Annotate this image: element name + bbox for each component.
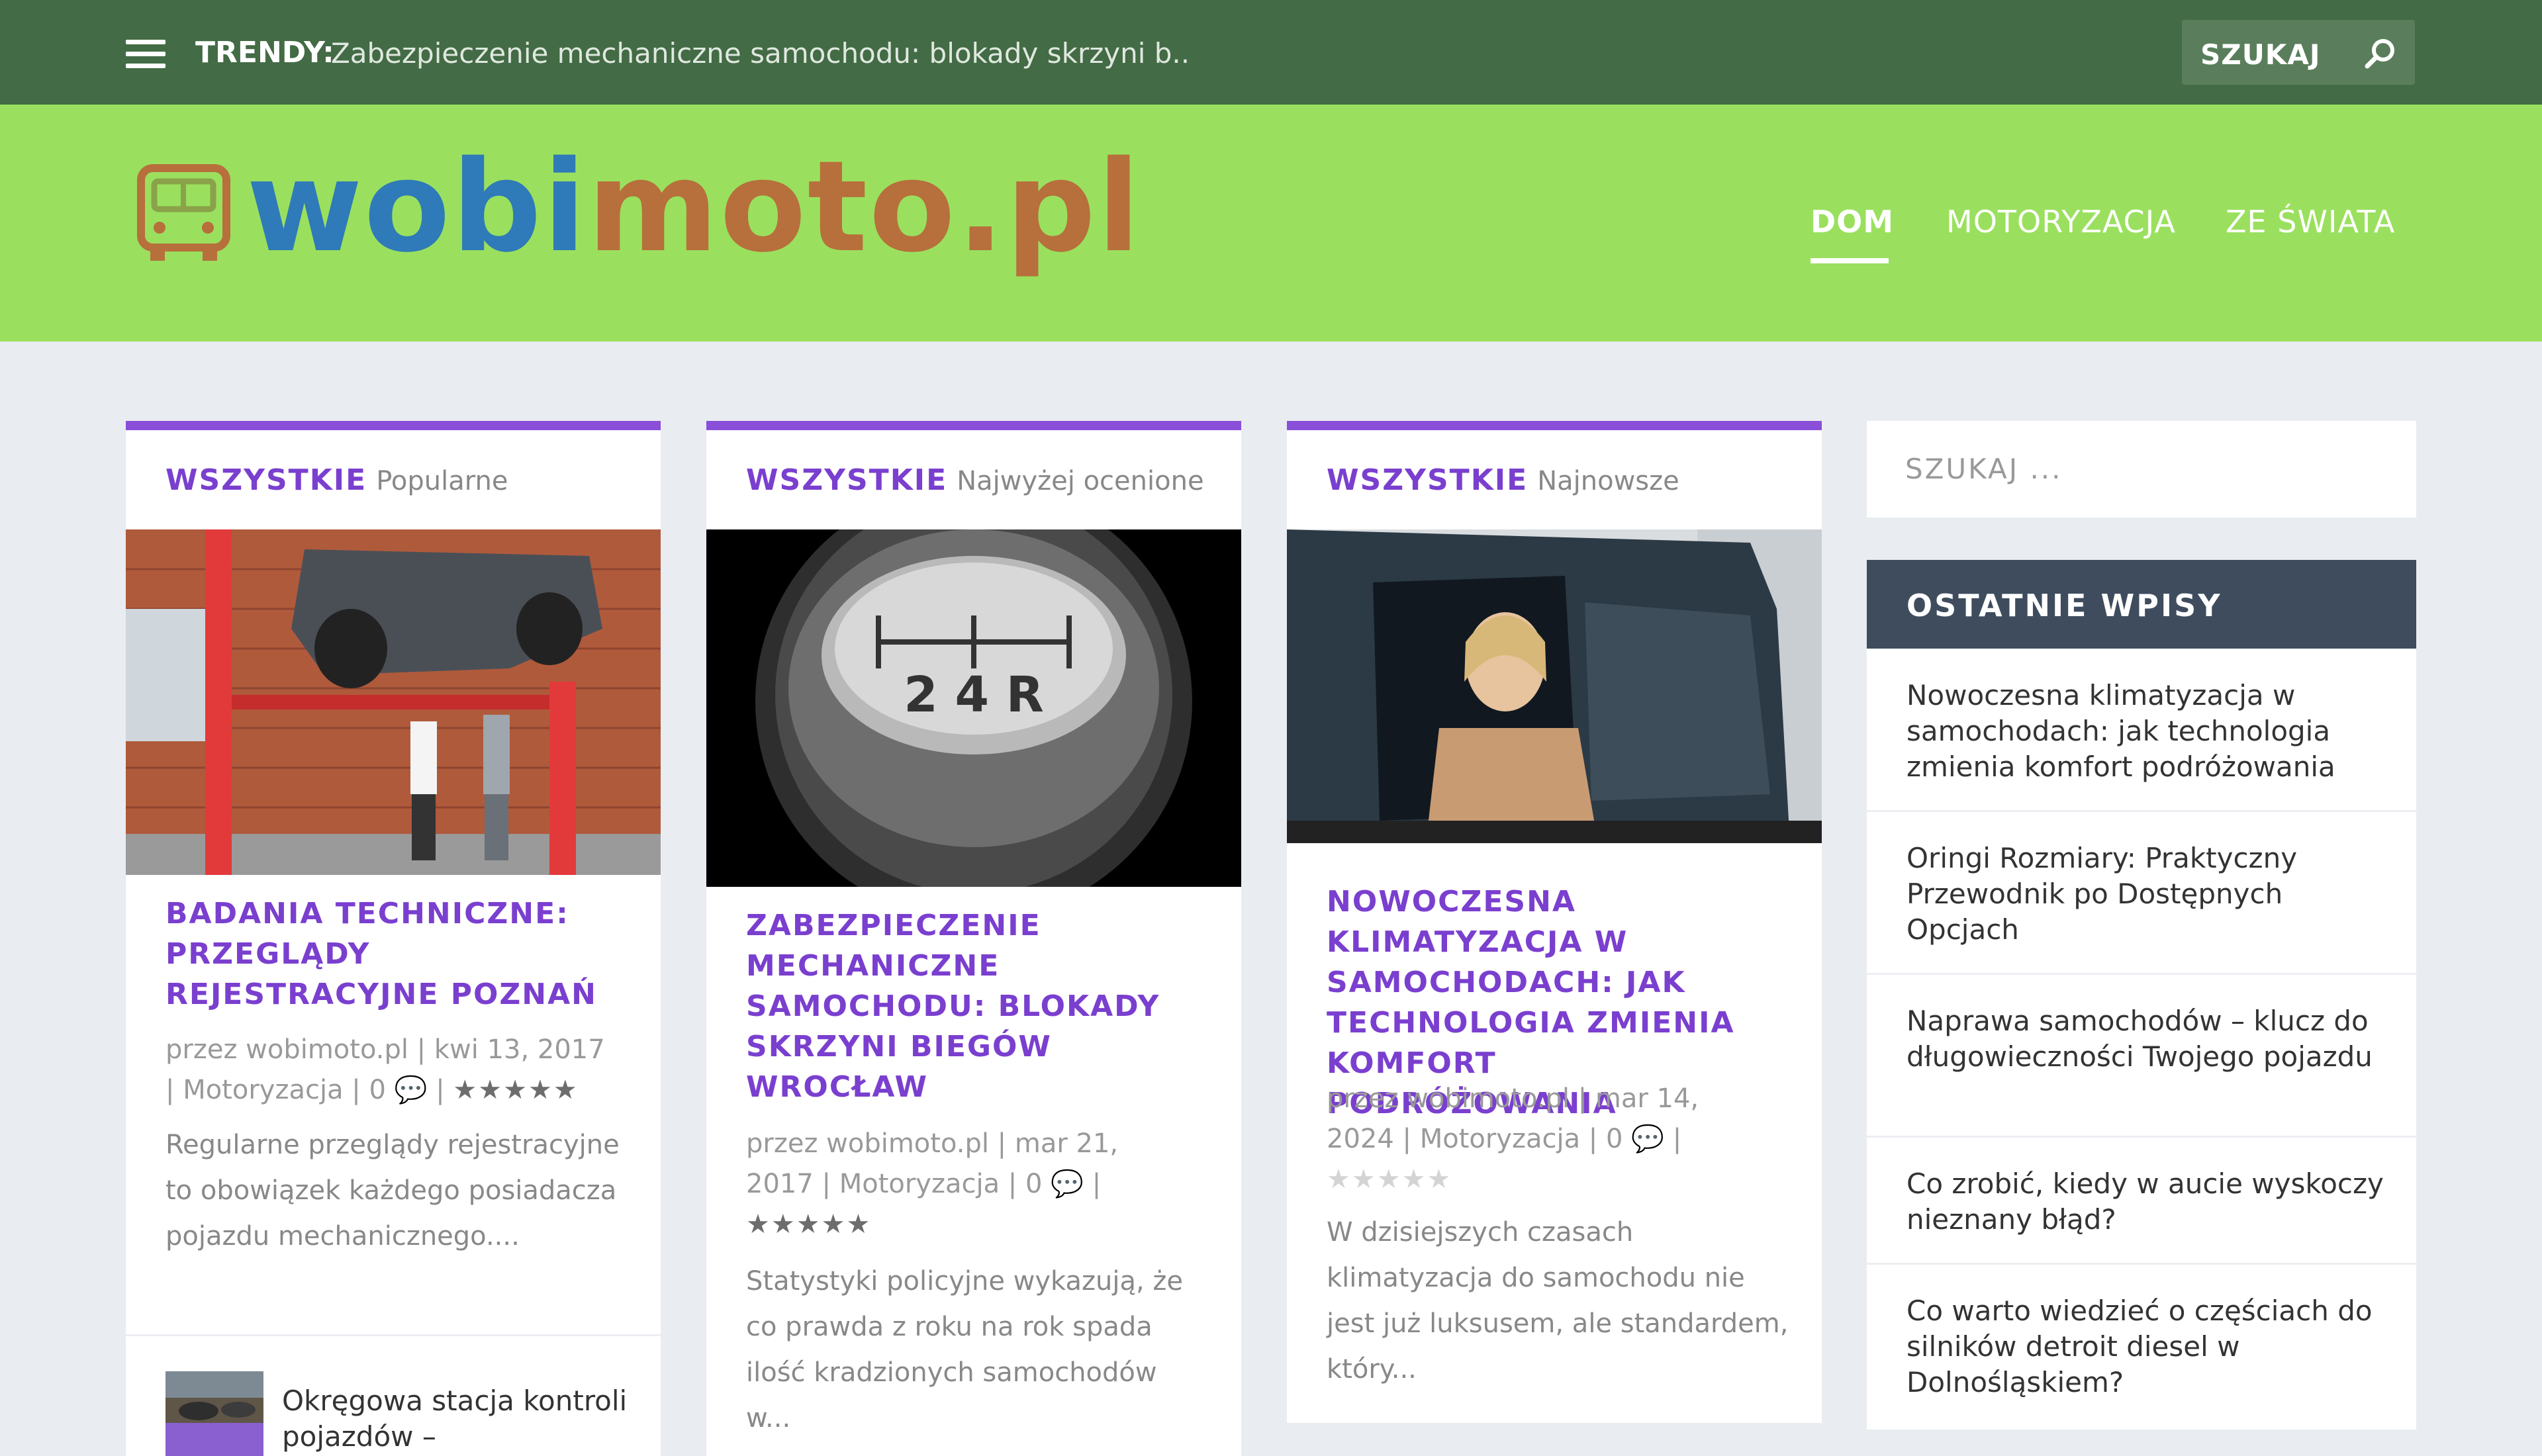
tab-sublabel: Popularne [376,466,508,496]
logo-part-2: moto.pl [587,134,1142,280]
divider [126,1334,661,1336]
gear-knob-label: 2 4 R [904,666,1044,723]
top-search-button[interactable]: SZUKAJ [2182,20,2415,85]
card-tab-header[interactable]: WSZYSTKIE Najwyżej ocenione [746,463,1204,497]
post-meta-text: 2024 | Motoryzacja | 0 [1327,1124,1623,1154]
post-title[interactable]: ZABEZPIECZENIE MECHANICZNE SAMOCHODU: BL… [746,905,1209,1107]
post-meta-line-2: | Motoryzacja | 0 💬 | ★★★★★ [165,1070,629,1111]
top-search-label: SZUKAJ [2200,38,2321,71]
recent-posts-header: OSTATNIE WPISY [1867,560,2416,649]
post-meta-separator: | [1092,1169,1102,1199]
nav-active-indicator [1811,258,1889,263]
post-meta-text: | Motoryzacja | 0 [165,1075,386,1105]
recent-post-link[interactable]: Oringi Rozmiary: Praktyczny Przewodnik p… [1906,841,2390,948]
post-meta-line-2: 2017 | Motoryzacja | 0 💬 | [746,1164,1209,1205]
card-tab-header[interactable]: WSZYSTKIE Najnowsze [1327,463,1679,497]
mini-post-title[interactable]: Okręgowa stacja kontroli pojazdów – [282,1383,639,1455]
comment-icon[interactable]: 💬 [1051,1169,1084,1199]
post-meta-separator: | [1672,1124,1682,1154]
post-excerpt: W dzisiejszych czasach klimatyzacja do s… [1327,1217,1789,1385]
post-meta-separator: | [436,1075,445,1105]
mini-post-thumbnail[interactable] [165,1371,263,1456]
post-meta-line: przez wobimoto.pl | mar 14, [1327,1083,1699,1114]
car-lift-photo[interactable] [126,529,661,875]
nav-item-motoryzacja[interactable]: MOTORYZACJA [1946,204,2176,240]
woman-in-car-photo[interactable] [1287,529,1822,843]
sidebar-search-input[interactable]: SZUKAJ ... [1867,421,2416,518]
site-logo[interactable]: wobimoto.pl [246,144,1141,270]
divider [1867,973,2416,975]
tab-label: WSZYSTKIE [1327,463,1529,497]
divider [1867,810,2416,812]
recent-post-link[interactable]: Co zrobić, kiedy w aucie wyskoczy niezna… [1906,1166,2390,1238]
comment-icon[interactable]: 💬 [1631,1124,1664,1154]
bus-logo-icon[interactable] [136,164,232,263]
top-bar: TRENDY: Zabezpieczenie mechaniczne samoc… [0,0,2542,105]
post-card-popular: WSZYSTKIE Popularne BADANIA TECHNICZNE: … [126,421,661,1456]
recent-post-link[interactable]: Naprawa samochodów – klucz do długowiecz… [1906,1003,2390,1075]
tab-label: WSZYSTKIE [746,463,948,497]
post-meta-line-2: 2024 | Motoryzacja | 0 💬 | [1327,1119,1790,1160]
tab-sublabel: Najnowsze [1537,466,1679,496]
recent-posts-title: OSTATNIE WPISY [1906,588,2222,623]
post-title[interactable]: BADANIA TECHNICZNE: PRZEGLĄDY REJESTRACY… [165,893,629,1015]
post-meta: przez wobimoto.pl | mar 14, 2024 | Motor… [1327,1079,1790,1200]
post-card-top-rated: WSZYSTKIE Najwyżej ocenione 2 4 R ZABEZP… [706,421,1241,1456]
post-meta: przez wobimoto.pl | kwi 13, 2017 | Motor… [165,1030,629,1111]
trending-link[interactable]: Zabezpieczenie mechaniczne samochodu: bl… [331,37,1192,69]
site-header: wobimoto.pl DOM MOTORYZACJA ZE ŚWIATA [0,105,2542,341]
divider [1867,1136,2416,1138]
post-card-newest: WSZYSTKIE Najnowsze NOWOCZESNA KLIMATYZA… [1287,421,1822,1423]
recent-posts-widget: OSTATNIE WPISY Nowoczesna klimatyzacja w… [1867,560,2416,1430]
recent-post-link[interactable]: Nowoczesna klimatyzacja w samochodach: j… [1906,678,2390,785]
post-meta-line: przez wobimoto.pl | kwi 13, 2017 [165,1034,605,1065]
divider [1867,1263,2416,1265]
post-meta-line: przez wobimoto.pl | mar 21, [746,1128,1119,1159]
nav-item-dom[interactable]: DOM [1811,204,1894,240]
rating-stars: ★★★★★ [453,1075,579,1105]
tab-label: WSZYSTKIE [165,463,367,497]
card-tab-header[interactable]: WSZYSTKIE Popularne [165,463,508,497]
trending-label: TRENDY: [195,36,334,69]
comment-icon[interactable]: 💬 [395,1075,428,1105]
gear-knob-photo[interactable]: 2 4 R [706,529,1241,887]
nav-item-ze-swiata[interactable]: ZE ŚWIATA [2226,204,2395,240]
menu-icon[interactable] [126,40,165,69]
sidebar-search-placeholder: SZUKAJ ... [1905,453,2063,485]
logo-part-1: wobi [246,134,588,280]
recent-post-link[interactable]: Co warto wiedzieć o częściach do silnikó… [1906,1293,2390,1400]
post-excerpt: Statystyki policyjne wykazują, że co pra… [746,1266,1184,1433]
rating-stars: ★★★★★ [1327,1164,1452,1195]
search-icon [2365,39,2394,69]
tab-sublabel: Najwyżej ocenione [957,466,1204,496]
post-excerpt: Regularne przeglądy rejestracyjne to obo… [165,1130,620,1251]
post-meta-text: 2017 | Motoryzacja | 0 [746,1169,1043,1199]
post-meta: przez wobimoto.pl | mar 21, 2017 | Motor… [746,1124,1209,1245]
rating-stars: ★★★★★ [746,1209,872,1240]
